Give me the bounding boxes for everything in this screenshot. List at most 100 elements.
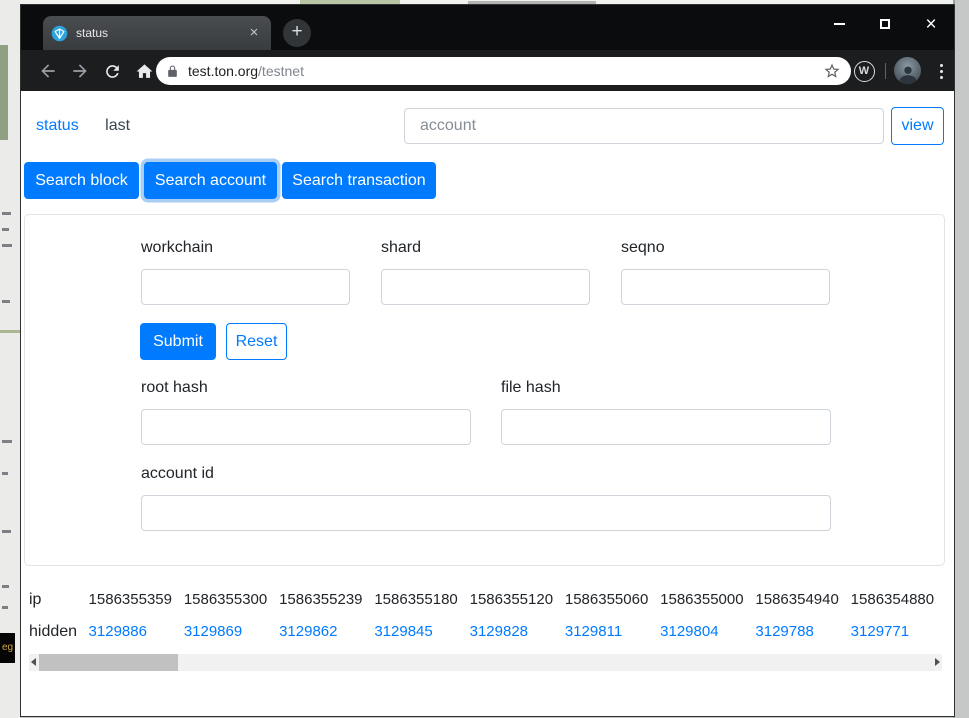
- ip-value: 1586354940: [755, 591, 839, 608]
- background-badge: eg: [0, 633, 15, 663]
- page-content: status last view Search block Search acc…: [21, 91, 954, 716]
- url-domain: test.ton.org: [188, 63, 259, 79]
- menu-dot: [939, 63, 943, 67]
- background-image-fragment: [0, 330, 20, 333]
- background-text-fragment: [2, 530, 11, 533]
- reset-button[interactable]: Reset: [226, 323, 287, 360]
- table-row-ip: ip 1586355359 1586355300 1586355239 1586…: [29, 591, 946, 623]
- url-bar[interactable]: test.ton.org/testnet: [156, 57, 851, 85]
- home-button[interactable]: [131, 58, 157, 84]
- extension-w-icon: W: [853, 60, 875, 82]
- reload-button[interactable]: [99, 58, 125, 84]
- home-icon: [136, 63, 152, 78]
- tab-strip: status × + ×: [21, 5, 954, 50]
- table-row-hidden: hidden 3129886 3129869 3129862 3129845 3…: [29, 623, 946, 655]
- scroll-left-icon[interactable]: [31, 658, 36, 666]
- page-nav: status last: [36, 117, 130, 135]
- ip-value: 1586355300: [183, 591, 268, 608]
- hidden-link[interactable]: 3129862: [279, 623, 374, 640]
- ton-favicon-icon: [51, 25, 68, 41]
- root-hash-input[interactable]: [141, 409, 471, 445]
- ip-value: 1586355180: [374, 591, 458, 608]
- search-block-button[interactable]: Search block: [24, 162, 139, 199]
- hidden-link[interactable]: 3129869: [184, 623, 279, 640]
- hidden-link[interactable]: 3129804: [660, 623, 755, 640]
- background-text-fragment: [2, 606, 8, 609]
- close-button[interactable]: ×: [908, 5, 954, 43]
- forward-icon: [73, 64, 87, 78]
- horizontal-scrollbar[interactable]: [29, 654, 942, 671]
- url-path: /testnet: [258, 63, 304, 79]
- background-text-fragment: [2, 244, 12, 247]
- ip-value: 1586355000: [660, 591, 744, 608]
- background-text-fragment: [2, 212, 11, 215]
- hidden-link[interactable]: 3129788: [755, 623, 850, 640]
- seqno-label: seqno: [621, 239, 665, 256]
- hidden-link[interactable]: 3129845: [374, 623, 469, 640]
- reload-icon: [105, 64, 119, 78]
- hidden-link[interactable]: 3129886: [89, 623, 184, 640]
- profile-avatar[interactable]: [894, 57, 921, 84]
- file-hash-input[interactable]: [501, 409, 831, 445]
- submit-button[interactable]: Submit: [140, 323, 216, 360]
- lock-icon: [168, 65, 177, 77]
- ip-value: 1586355060: [564, 591, 649, 608]
- background-image-fragment: [0, 45, 8, 140]
- hidden-link[interactable]: 3129811: [565, 623, 660, 640]
- account-input[interactable]: [404, 108, 884, 144]
- minimize-button[interactable]: [816, 5, 862, 43]
- nav-link-last[interactable]: last: [105, 117, 130, 134]
- ip-row-label: ip: [29, 591, 42, 608]
- background-text-fragment: [2, 440, 12, 443]
- file-hash-label: file hash: [501, 379, 561, 396]
- maximize-icon: [880, 19, 890, 29]
- menu-dot: [939, 69, 943, 73]
- shard-label: shard: [381, 239, 422, 256]
- browser-tab[interactable]: status ×: [43, 16, 271, 50]
- back-button[interactable]: [35, 58, 61, 84]
- extension-button[interactable]: W: [851, 58, 877, 84]
- status-table: ip 1586355359 1586355300 1586355239 1586…: [29, 591, 946, 655]
- background-text-fragment: [2, 228, 9, 231]
- tab-title: status: [76, 26, 109, 40]
- maximize-button[interactable]: [862, 5, 908, 43]
- menu-dot: [939, 75, 943, 79]
- screen: eg status × + × test.ton.org/testnet W s…: [0, 0, 969, 718]
- search-form-card: workchain shard seqno Submit Reset root …: [24, 214, 945, 566]
- minimize-icon: [833, 23, 845, 25]
- account-id-label: account id: [141, 465, 214, 482]
- url-text: test.ton.org/testnet: [188, 63, 823, 79]
- new-tab-button[interactable]: +: [283, 19, 311, 47]
- search-account-button[interactable]: Search account: [144, 162, 277, 199]
- seqno-input[interactable]: [621, 269, 830, 305]
- hidden-link[interactable]: 3129771: [851, 623, 946, 640]
- browser-menu-button[interactable]: [933, 58, 949, 84]
- hidden-row-label: hidden: [29, 623, 78, 640]
- background-left-strip: eg: [0, 0, 20, 718]
- window-controls: ×: [816, 5, 954, 43]
- background-text-fragment: [2, 585, 9, 588]
- forward-button[interactable]: [67, 58, 93, 84]
- scroll-right-icon[interactable]: [935, 658, 940, 666]
- ip-value: 1586355359: [88, 591, 172, 608]
- back-icon: [41, 64, 55, 78]
- root-hash-label: root hash: [141, 379, 208, 396]
- nav-link-status[interactable]: status: [36, 117, 79, 134]
- toolbar-divider: [885, 63, 886, 79]
- bookmark-star-icon[interactable]: [823, 62, 841, 80]
- tab-close-icon[interactable]: ×: [245, 24, 263, 42]
- hidden-link[interactable]: 3129828: [470, 623, 565, 640]
- avatar-silhouette-icon: [899, 66, 916, 84]
- ip-value: 1586354880: [850, 591, 935, 608]
- ip-value: 1586355239: [279, 591, 363, 608]
- background-text-fragment: [2, 472, 8, 475]
- browser-window: status × + × test.ton.org/testnet W stat…: [20, 4, 955, 717]
- workchain-input[interactable]: [141, 269, 350, 305]
- view-button[interactable]: view: [891, 107, 944, 145]
- account-id-input[interactable]: [141, 495, 831, 531]
- scrollbar-thumb[interactable]: [39, 654, 178, 671]
- search-transaction-button[interactable]: Search transaction: [282, 162, 436, 199]
- shard-input[interactable]: [381, 269, 590, 305]
- close-icon: ×: [925, 13, 937, 35]
- workchain-label: workchain: [141, 239, 214, 256]
